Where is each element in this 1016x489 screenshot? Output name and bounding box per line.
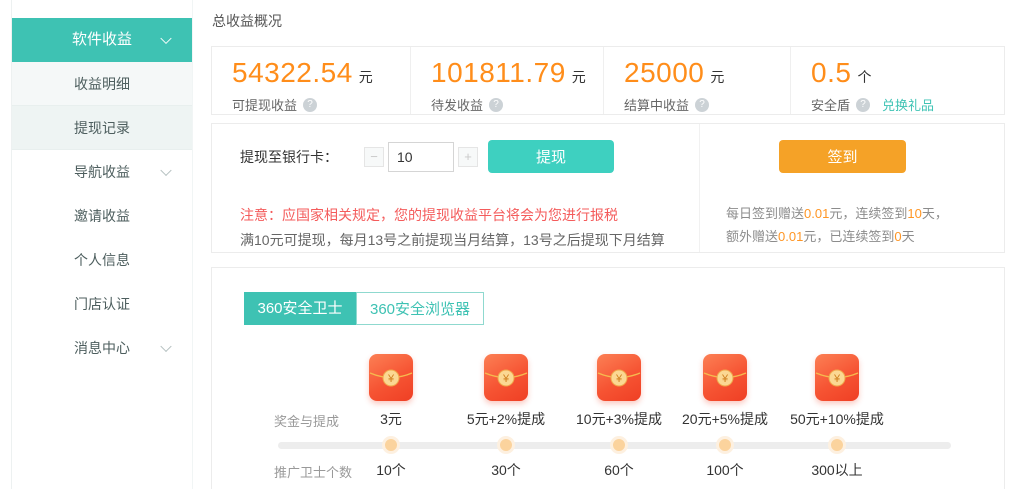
earnings-dashboard: 软件收益 收益明细 提现记录 导航收益 邀请收益 个人信息 门店认证: [0, 0, 1016, 489]
main-content: 总收益概况 54322.54 元 可提现收益 ? 101811.79 元 待发收益 …: [211, 0, 1005, 489]
withdraw-button[interactable]: 提现: [488, 140, 614, 173]
page-title: 总收益概况: [212, 11, 282, 31]
sidebar-item-earnings-detail[interactable]: 收益明细: [12, 62, 192, 106]
sidebar-item-label: 邀请收益: [74, 208, 130, 224]
stat-unit: 元: [710, 69, 724, 85]
tax-notice-text: 注意：应国家相关规定，您的提现收益平台将会为您进行报税: [240, 205, 618, 225]
sidebar-item-label: 收益明细: [74, 76, 130, 92]
product-tabs: 360安全卫士 360安全浏览器: [244, 292, 484, 325]
sidebar-right-divider: [192, 0, 193, 489]
stat-unit: 元: [359, 69, 373, 85]
help-icon[interactable]: ?: [695, 98, 709, 112]
milestone-dot: [828, 436, 846, 454]
sidebar-item-withdraw-records[interactable]: 提现记录: [12, 106, 192, 150]
withdraw-amount-input[interactable]: [388, 142, 454, 172]
red-envelope-icon: ¥: [597, 354, 641, 401]
bonus-tier-value: 50元+10%提成: [772, 409, 902, 429]
svg-text:¥: ¥: [387, 373, 395, 385]
sidebar-item-software-earnings[interactable]: 软件收益: [12, 18, 192, 62]
promotion-rewards-panel: 360安全卫士 360安全浏览器 ¥ ¥ ¥ ¥ ¥ 奖金与提成 3元 5元+2…: [211, 267, 1005, 489]
milestone-dot: [716, 436, 734, 454]
stat-label: 结算中收益: [624, 95, 689, 114]
chevron-down-icon: [160, 165, 171, 176]
sidebar-item-personal-info[interactable]: 个人信息: [12, 238, 192, 282]
stat-label: 安全盾: [811, 95, 850, 114]
earnings-stats-panel: 54322.54 元 可提现收益 ? 101811.79 元 待发收益 ? 2500…: [211, 46, 1005, 115]
svg-text:¥: ¥: [833, 373, 841, 385]
milestone-dot: [497, 436, 515, 454]
chevron-down-icon: [160, 341, 171, 352]
bonus-tier-value: 20元+5%提成: [660, 409, 790, 429]
amount-decrease-button[interactable]: −: [364, 147, 384, 167]
sidebar-menu: 软件收益 收益明细 提现记录 导航收益 邀请收益 个人信息 门店认证: [12, 18, 192, 370]
stat-label: 待发收益: [431, 95, 483, 114]
stat-value: 101811.79: [431, 57, 566, 88]
stat-withdrawable-earnings: 54322.54 元 可提现收益 ?: [212, 47, 411, 114]
svg-text:¥: ¥: [721, 373, 729, 385]
stat-unit: 元: [572, 69, 586, 85]
sidebar: 软件收益 收益明细 提现记录 导航收益 邀请收益 个人信息 门店认证: [0, 0, 192, 489]
help-icon[interactable]: ?: [856, 98, 870, 112]
stat-value: 25000: [624, 57, 704, 88]
bonus-tier-value: 3元: [326, 409, 456, 429]
vertical-divider: [699, 124, 700, 252]
milestone-dot: [610, 436, 628, 454]
stat-security-shield: 0.5 个 安全盾 ? 兑换礼品: [791, 47, 1004, 114]
sidebar-item-message-center[interactable]: 消息中心: [12, 326, 192, 370]
sidebar-item-invite-earnings[interactable]: 邀请收益: [12, 194, 192, 238]
stat-value: 0.5: [811, 57, 851, 88]
bonus-tier-value: 5元+2%提成: [441, 409, 571, 429]
red-envelope-icon: ¥: [369, 354, 413, 401]
stat-pending-earnings: 101811.79 元 待发收益 ?: [411, 47, 604, 114]
svg-text:¥: ¥: [502, 373, 510, 385]
stat-settling-earnings: 25000 元 结算中收益 ?: [604, 47, 791, 114]
withdraw-rules-text: 满10元可提现，每月13号之前提现当月结算，13号之后提现下月结算: [240, 230, 665, 250]
sign-in-button[interactable]: 签到: [779, 140, 906, 173]
count-tier-value: 30个: [451, 460, 561, 480]
sidebar-item-label: 消息中心: [74, 340, 130, 356]
sidebar-item-nav-earnings[interactable]: 导航收益: [12, 150, 192, 194]
sidebar-item-label: 门店认证: [74, 296, 130, 312]
stat-label: 可提现收益: [232, 95, 297, 114]
sidebar-item-label: 提现记录: [74, 120, 130, 136]
stat-unit: 个: [857, 69, 871, 85]
help-icon[interactable]: ?: [489, 98, 503, 112]
red-envelope-icon: ¥: [703, 354, 747, 401]
sidebar-item-store-certification[interactable]: 门店认证: [12, 282, 192, 326]
withdraw-panel: 提现至银行卡： − + 提现 注意：应国家相关规定，您的提现收益平台将会为您进行…: [211, 123, 1005, 253]
count-tier-value: 10个: [336, 460, 446, 480]
count-tier-value: 60个: [564, 460, 674, 480]
sign-in-note: 每日签到赠送0.01元，连续签到10天， 额外赠送0.01元，已连续签到0天: [726, 202, 948, 248]
milestone-dot: [382, 436, 400, 454]
sidebar-item-label: 软件收益: [72, 31, 132, 48]
tab-360-safeguard[interactable]: 360安全卫士: [244, 292, 356, 325]
sidebar-item-label: 导航收益: [74, 164, 130, 180]
count-tier-value: 100个: [670, 460, 780, 480]
amount-increase-button[interactable]: +: [458, 147, 478, 167]
tab-360-browser[interactable]: 360安全浏览器: [356, 292, 484, 325]
red-envelope-icon: ¥: [815, 354, 859, 401]
sign-in-note-line2: 额外赠送0.01元，已连续签到0天: [726, 225, 948, 248]
withdraw-to-bank-label: 提现至银行卡：: [240, 147, 338, 167]
svg-text:¥: ¥: [615, 373, 623, 385]
sign-in-note-line1: 每日签到赠送0.01元，连续签到10天，: [726, 202, 948, 225]
chevron-down-icon: [160, 33, 171, 44]
stat-value: 54322.54: [232, 57, 353, 88]
help-icon[interactable]: ?: [303, 98, 317, 112]
exchange-gifts-link[interactable]: 兑换礼品: [882, 95, 934, 114]
count-tier-value: 300以上: [782, 460, 892, 480]
sidebar-item-label: 个人信息: [74, 252, 130, 268]
red-envelope-icon: ¥: [484, 354, 528, 401]
